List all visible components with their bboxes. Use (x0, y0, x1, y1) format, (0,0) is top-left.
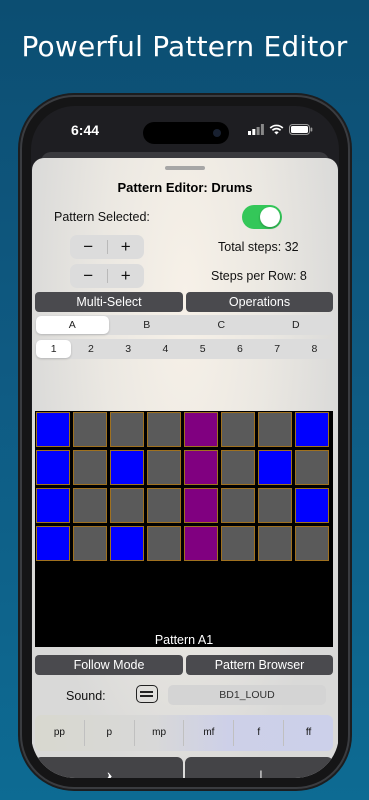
status-time: 6:44 (71, 122, 100, 138)
increment-button[interactable]: + (108, 235, 145, 259)
step-cell[interactable] (73, 488, 107, 523)
step-page-tab-4[interactable]: 4 (148, 340, 183, 358)
step-cell[interactable] (184, 412, 218, 447)
dynamics-selector[interactable]: pp p mp mf f ff (35, 715, 333, 751)
step-cell[interactable] (184, 488, 218, 523)
step-page-tab-7[interactable]: 7 (260, 340, 295, 358)
pattern-editor-sheet: Pattern Editor: Drums Pattern Selected: … (32, 158, 338, 778)
step-cell[interactable] (36, 450, 70, 485)
pattern-tab-c[interactable]: C (185, 316, 258, 334)
pattern-tab-a[interactable]: A (36, 316, 109, 334)
step-cell[interactable] (258, 488, 292, 523)
total-steps-label: Total steps: 32 (218, 240, 299, 254)
step-cell[interactable] (110, 526, 144, 561)
step-page-tab-3[interactable]: 3 (111, 340, 146, 358)
step-page-tab-1[interactable]: 1 (36, 340, 72, 358)
dynamic-ff[interactable]: ff (283, 720, 333, 746)
step-cell[interactable] (147, 526, 181, 561)
operations-button[interactable]: Operations (186, 292, 333, 312)
step-cell[interactable] (73, 526, 107, 561)
step-cell[interactable] (221, 488, 255, 523)
step-cell[interactable] (221, 450, 255, 485)
step-cell[interactable] (184, 526, 218, 561)
pattern-name-label: Pattern A1 (154, 633, 214, 647)
step-cell[interactable] (36, 488, 70, 523)
step-cell[interactable] (258, 412, 292, 447)
follow-mode-button[interactable]: Follow Mode (35, 655, 183, 675)
step-page-segmented-control[interactable]: 12345678 (35, 339, 333, 359)
step-cell[interactable] (221, 412, 255, 447)
status-icons (248, 124, 313, 135)
step-cell[interactable] (147, 450, 181, 485)
page-title: Pattern Editor: Drums (117, 180, 253, 195)
increment-button[interactable]: + (108, 264, 145, 288)
step-cell[interactable] (147, 412, 181, 447)
step-page-tab-6[interactable]: 6 (222, 340, 257, 358)
pattern-tab-b[interactable]: B (111, 316, 184, 334)
dynamic-p[interactable]: p (83, 720, 134, 746)
steps-per-row-stepper[interactable]: − + (70, 264, 144, 288)
sound-label: Sound: (66, 689, 106, 703)
step-cell[interactable] (36, 412, 70, 447)
decrement-button[interactable]: − (70, 235, 107, 259)
headline: Powerful Pattern Editor (21, 30, 348, 63)
step-page-tab-8[interactable]: 8 (297, 340, 332, 358)
total-steps-stepper[interactable]: − + (70, 235, 144, 259)
step-cell[interactable] (110, 488, 144, 523)
step-cell[interactable] (110, 450, 144, 485)
step-cell[interactable] (184, 450, 218, 485)
pattern-browser-button[interactable]: Pattern Browser (186, 655, 333, 675)
pattern-segmented-control[interactable]: ABCD (35, 315, 333, 335)
step-cell[interactable] (73, 450, 107, 485)
phone-screen: 6:44 Pattern Editor: Drums Pattern Selec… (31, 106, 339, 778)
step-cell[interactable] (295, 450, 329, 485)
sound-value-field[interactable]: BD1_LOUD (168, 685, 326, 705)
decrement-button[interactable]: − (70, 264, 107, 288)
multi-select-button[interactable]: Multi-Select (35, 292, 183, 312)
dynamic-f[interactable]: f (233, 720, 283, 746)
sound-picker-icon[interactable] (136, 685, 158, 703)
battery-icon (289, 124, 313, 135)
step-cell[interactable] (221, 526, 255, 561)
note-button[interactable]: ♩ (185, 757, 333, 778)
dynamic-pp[interactable]: pp (35, 720, 84, 746)
status-bar: 6:44 (31, 118, 339, 144)
step-cell[interactable] (110, 412, 144, 447)
wifi-icon (269, 124, 284, 135)
pattern-selected-label: Pattern Selected: (54, 210, 150, 224)
step-cell[interactable] (258, 526, 292, 561)
dynamic-island (143, 122, 229, 144)
dynamic-mp[interactable]: mp (133, 720, 184, 746)
step-cell[interactable] (295, 412, 329, 447)
step-cell[interactable] (258, 450, 292, 485)
step-cell[interactable] (36, 526, 70, 561)
rest-button[interactable]: 𝄽 (35, 757, 183, 778)
pattern-grid[interactable]: Pattern A1 (35, 411, 333, 647)
step-cell[interactable] (295, 526, 329, 561)
sheet-grabber[interactable] (165, 166, 205, 170)
dynamic-mf[interactable]: mf (183, 720, 233, 746)
step-cell[interactable] (295, 488, 329, 523)
step-page-tab-2[interactable]: 2 (73, 340, 108, 358)
step-cell[interactable] (73, 412, 107, 447)
steps-per-row-label: Steps per Row: 8 (211, 269, 307, 283)
step-cell[interactable] (147, 488, 181, 523)
step-page-tab-5[interactable]: 5 (185, 340, 220, 358)
signal-icon (248, 124, 264, 135)
pattern-tab-d[interactable]: D (260, 316, 333, 334)
pattern-selected-toggle[interactable] (242, 205, 282, 229)
